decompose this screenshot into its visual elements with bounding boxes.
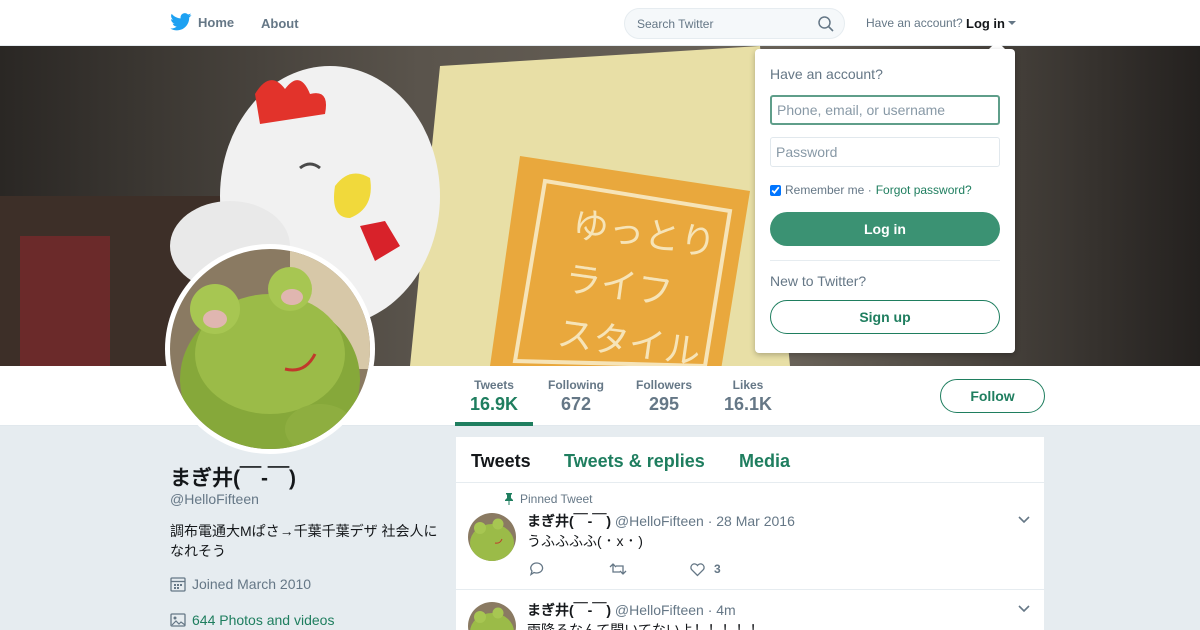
retweet-icon	[609, 563, 627, 575]
tab-tweets[interactable]: Tweets	[471, 451, 531, 472]
profile-photos-link[interactable]: 644 Photos and videos	[170, 612, 334, 628]
photo-icon	[170, 613, 186, 627]
follow-button[interactable]: Follow	[940, 379, 1045, 413]
search-box[interactable]: Search Twitter	[624, 8, 845, 39]
tweet-author-handle[interactable]: @HelloFifteen	[615, 513, 704, 529]
divider	[770, 260, 1000, 261]
search-input[interactable]: Search Twitter	[637, 17, 713, 31]
pin-icon	[505, 493, 513, 505]
tweet-item[interactable]: まぎ井(￣-￣) @HelloFifteen · 4m 雨降るなんて聞いてないよ…	[456, 590, 1044, 630]
pinned-text: Pinned Tweet	[520, 492, 593, 506]
tweet-avatar[interactable]	[468, 513, 516, 561]
password-field[interactable]	[770, 137, 1000, 167]
stat-followers[interactable]: Followers 295	[636, 378, 692, 415]
top-nav-bar: Home About Search Twitter Have an accoun…	[0, 0, 1200, 46]
signup-button[interactable]: Sign up	[770, 300, 1000, 334]
search-icon[interactable]	[818, 16, 834, 32]
caret-down-icon[interactable]	[1008, 21, 1016, 25]
stat-following[interactable]: Following 672	[548, 378, 604, 415]
login-button[interactable]: Log in	[770, 212, 1000, 246]
like-count: 3	[714, 562, 721, 576]
tab-media[interactable]: Media	[739, 451, 790, 472]
nav-home[interactable]: Home	[170, 13, 234, 31]
stat-tweets-label: Tweets	[474, 378, 514, 392]
login-dropdown-toggle[interactable]: Log in	[966, 16, 1005, 31]
login-dropdown: Have an account? Remember me · Forgot pa…	[755, 49, 1015, 353]
timeline-tabs: Tweets Tweets & replies Media	[456, 437, 1044, 483]
remember-me-label: Remember me ·	[785, 183, 872, 197]
stat-followers-value: 295	[648, 394, 680, 414]
nav-home-label: Home	[198, 14, 235, 30]
tweet-text: 雨降るなんて聞いてないよ！！！！！	[527, 622, 764, 630]
active-stat-indicator	[455, 422, 533, 426]
reply-action[interactable]	[529, 561, 545, 577]
profile-bio: 調布電通大Mぱさ→千葉千葉デザ 社会人になれそう	[170, 523, 438, 559]
like-action[interactable]: 3	[689, 561, 721, 577]
calendar-icon	[170, 577, 186, 592]
reply-icon	[529, 562, 544, 577]
tweet-date[interactable]: · 28 Mar 2016	[708, 513, 795, 529]
nav-about[interactable]: About	[261, 16, 299, 31]
stat-following-value: 672	[560, 394, 592, 414]
tweet-header: まぎ井(￣-￣) @HelloFifteen · 4m	[527, 600, 736, 620]
tweet-header: まぎ井(￣-￣) @HelloFifteen · 28 Mar 2016	[527, 511, 795, 531]
new-to-twitter-text: New to Twitter?	[770, 273, 867, 289]
forgot-password-link[interactable]: Forgot password?	[876, 183, 972, 197]
tweet-author-name[interactable]: まぎ井(￣-￣)	[527, 602, 611, 618]
profile-name: まぎ井(￣-￣)	[170, 467, 296, 490]
login-dropdown-title: Have an account?	[770, 66, 883, 82]
profile-handle: @HelloFifteen	[170, 491, 259, 507]
chevron-down-icon[interactable]	[1018, 605, 1030, 613]
remember-me-checkbox[interactable]	[770, 184, 781, 196]
profile-avatar[interactable]	[165, 244, 375, 454]
heart-icon	[690, 563, 705, 577]
tweet-avatar[interactable]	[468, 602, 516, 630]
tweet-item[interactable]: Pinned Tweet まぎ井(￣-￣) @HelloFifteen · 28…	[456, 483, 1044, 590]
stat-tweets[interactable]: Tweets 16.9K	[470, 378, 518, 415]
tweet-author-handle[interactable]: @HelloFifteen	[615, 602, 704, 618]
profile-photos-text: 644 Photos and videos	[192, 612, 335, 628]
twitter-bird-icon	[170, 13, 192, 31]
remember-row: Remember me · Forgot password?	[770, 183, 972, 197]
stat-likes-label: Likes	[732, 378, 764, 392]
stat-following-label: Following	[548, 378, 604, 392]
profile-joined: Joined March 2010	[170, 576, 311, 592]
pinned-label: Pinned Tweet	[504, 492, 593, 506]
stat-likes[interactable]: Likes 16.1K	[724, 378, 772, 415]
stat-likes-value: 16.1K	[724, 394, 773, 414]
tweet-date[interactable]: · 4m	[708, 602, 736, 618]
stat-followers-label: Followers	[636, 378, 693, 392]
avatar-image	[170, 249, 370, 449]
tweet-text: うふふふふ( ･ x ･ )	[527, 533, 643, 549]
chevron-down-icon[interactable]	[1018, 516, 1030, 524]
stat-tweets-value: 16.9K	[470, 394, 519, 414]
profile-joined-text: Joined March 2010	[192, 576, 312, 592]
retweet-action[interactable]	[609, 561, 627, 577]
have-account-text: Have an account?	[866, 16, 963, 30]
tab-tweets-and-replies[interactable]: Tweets & replies	[564, 451, 705, 472]
tweet-author-name[interactable]: まぎ井(￣-￣)	[527, 513, 611, 529]
timeline: Tweets Tweets & replies Media Pinned Twe…	[456, 437, 1044, 630]
username-field[interactable]	[770, 95, 1000, 125]
